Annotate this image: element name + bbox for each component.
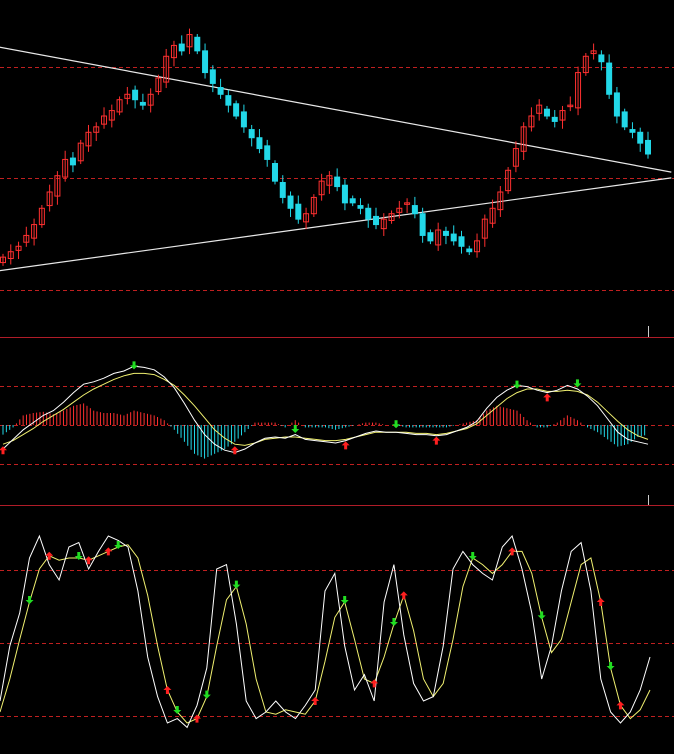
candle-body	[411, 205, 418, 215]
candle-body	[225, 95, 232, 106]
candle-body	[178, 43, 185, 52]
candle-body	[256, 137, 263, 150]
candle-body	[279, 182, 286, 198]
candle-body	[139, 101, 146, 106]
candle-body	[598, 54, 605, 63]
candle-body	[613, 92, 620, 117]
candle-body	[248, 129, 255, 139]
candle-body	[132, 89, 139, 101]
candle-body	[209, 69, 216, 84]
candle-body	[69, 157, 76, 166]
candle-body	[202, 50, 209, 74]
candle-body	[621, 111, 628, 128]
candle-body	[295, 203, 302, 220]
candle-body	[458, 236, 465, 247]
candle-body	[264, 145, 271, 160]
candle-body	[419, 213, 426, 236]
chart-background	[0, 0, 674, 754]
candle-body	[341, 184, 348, 204]
candle-body	[373, 215, 380, 226]
candle-body	[606, 62, 613, 95]
candle-body	[194, 36, 201, 52]
candle-body	[629, 129, 636, 133]
candle-body	[334, 176, 341, 188]
candle-body	[637, 131, 644, 144]
candle-body	[450, 233, 457, 242]
candle-body	[543, 108, 550, 117]
candle-body	[551, 116, 558, 122]
candle-body	[365, 207, 372, 220]
stock-indicator-chart	[0, 0, 674, 754]
stock-chart-stage	[0, 0, 674, 754]
candle-body	[427, 232, 434, 242]
candle-body	[466, 248, 473, 253]
candle-body	[357, 205, 364, 209]
candle-body	[349, 198, 356, 204]
candle-body	[645, 139, 651, 155]
candle-body	[442, 230, 449, 236]
candle-body	[217, 87, 224, 95]
candle-body	[271, 163, 278, 182]
candle-body	[287, 195, 294, 209]
candle-body	[233, 103, 240, 117]
candle-body	[240, 111, 247, 128]
